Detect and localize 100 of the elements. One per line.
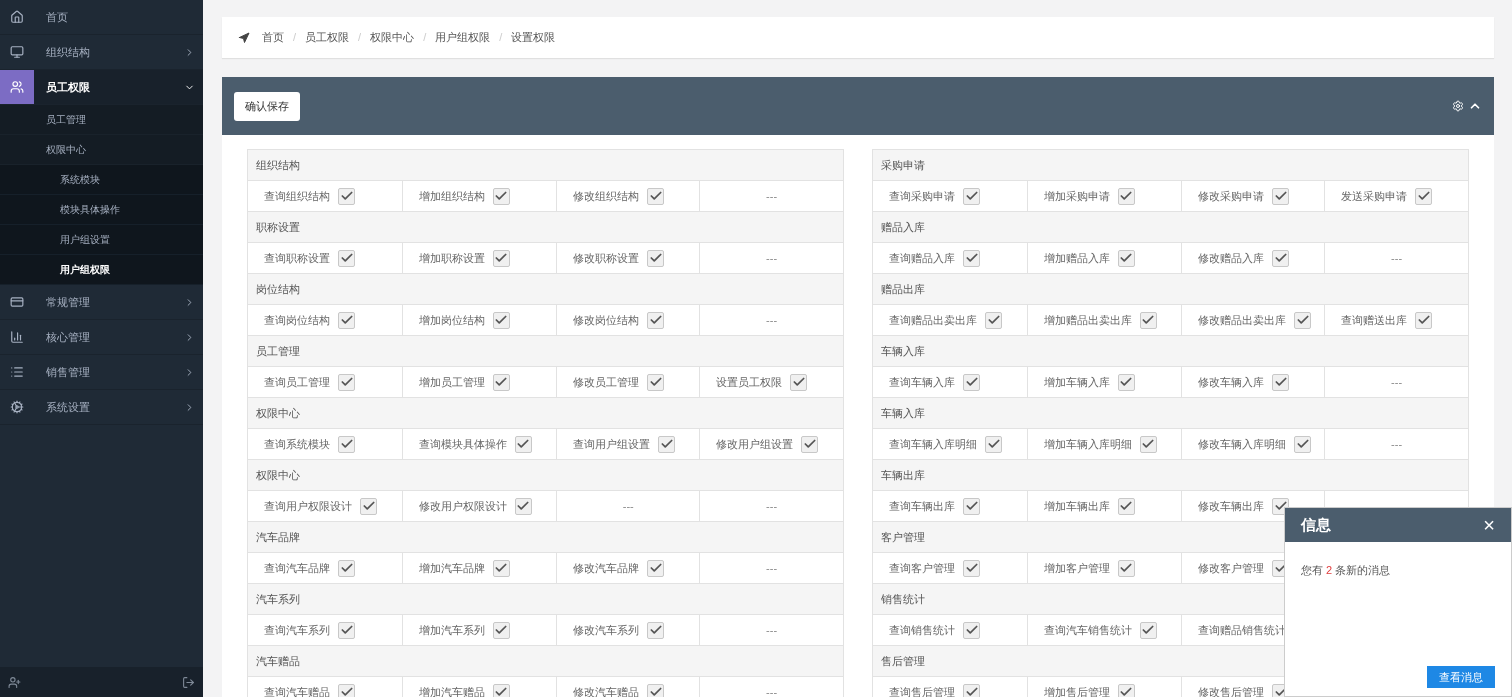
checkbox[interactable] <box>514 497 532 515</box>
permission-label: 查询车辆入库 <box>889 374 955 390</box>
nav-item[interactable]: 核心管理 <box>0 320 203 355</box>
checkbox[interactable] <box>1117 187 1135 205</box>
checkbox[interactable] <box>360 497 377 515</box>
checkbox[interactable] <box>963 683 980 697</box>
checkbox[interactable] <box>492 187 510 205</box>
navigation-arrow-icon <box>238 31 250 44</box>
checkbox[interactable] <box>1139 435 1157 453</box>
breadcrumb-link[interactable]: 设置权限 <box>511 29 556 46</box>
checkbox[interactable] <box>1139 311 1157 329</box>
checkbox[interactable] <box>338 311 355 329</box>
add-user-icon[interactable] <box>8 675 21 689</box>
checkbox[interactable] <box>492 373 510 391</box>
checkbox[interactable] <box>338 683 355 697</box>
checkbox[interactable] <box>647 559 665 577</box>
permission-label: 查询汽车销售统计 <box>1043 622 1132 638</box>
close-button[interactable]: × <box>1483 515 1495 535</box>
nav-item[interactable]: 系统设置 <box>0 390 203 425</box>
checkbox[interactable] <box>658 435 676 453</box>
checkbox[interactable] <box>985 311 1002 329</box>
checkbox[interactable] <box>338 187 355 205</box>
checkbox[interactable] <box>1117 497 1135 515</box>
checkbox[interactable] <box>985 435 1002 453</box>
nav-item[interactable]: 常规管理 <box>0 285 203 320</box>
checkbox[interactable] <box>790 373 808 391</box>
check-icon <box>339 189 354 203</box>
checkbox[interactable] <box>338 621 355 639</box>
permission-label: 修改赠品出卖出库 <box>1198 312 1287 328</box>
checkbox[interactable] <box>1117 559 1135 577</box>
submenu-item[interactable]: 用户组权限 <box>0 255 203 285</box>
checkbox[interactable] <box>1415 311 1433 329</box>
submenu-item[interactable]: 员工管理 <box>0 105 203 135</box>
submenu-item[interactable]: 系统模块 <box>0 165 203 195</box>
submenu-item[interactable]: 权限中心 <box>0 135 203 165</box>
empty-cell-text: --- <box>1390 374 1404 390</box>
checkbox[interactable] <box>801 435 819 453</box>
checkbox[interactable] <box>963 497 980 515</box>
checkbox[interactable] <box>492 621 510 639</box>
checkbox[interactable] <box>338 373 355 391</box>
submenu-item[interactable]: 用户组设置 <box>0 225 203 255</box>
checkbox[interactable] <box>1272 249 1290 267</box>
check-icon <box>648 251 663 265</box>
check-icon <box>648 623 663 637</box>
checkbox[interactable] <box>514 435 532 453</box>
checkbox[interactable] <box>492 683 510 697</box>
permission-label: 查询用户权限设计 <box>264 498 352 514</box>
checkbox[interactable] <box>963 249 980 267</box>
checkbox[interactable] <box>647 311 665 329</box>
checkbox[interactable] <box>647 373 665 391</box>
checkbox[interactable] <box>1117 249 1135 267</box>
group-header: 汽车系列 <box>248 584 843 615</box>
permission-label: 查询赠品出卖出库 <box>889 312 977 328</box>
checkbox[interactable] <box>1294 311 1312 329</box>
nav-label: 系统设置 <box>46 399 91 415</box>
checkbox[interactable] <box>647 621 665 639</box>
submenu-item[interactable]: 模块具体操作 <box>0 195 203 225</box>
nav-item[interactable]: 首页 <box>0 0 203 35</box>
checkbox[interactable] <box>1272 373 1290 391</box>
view-messages-button[interactable]: 查看消息 <box>1427 666 1495 688</box>
checkbox[interactable] <box>1415 187 1433 205</box>
nav-icon <box>10 400 24 414</box>
checkbox[interactable] <box>492 311 510 329</box>
checkbox[interactable] <box>1117 683 1135 697</box>
permission-label: 增加车辆出库 <box>1043 498 1110 514</box>
breadcrumb-link[interactable]: 首页 <box>262 29 284 46</box>
checkbox[interactable] <box>338 249 355 267</box>
breadcrumb-link[interactable]: 权限中心 <box>370 29 415 46</box>
checkbox[interactable] <box>1139 621 1157 639</box>
checkbox[interactable] <box>1294 435 1312 453</box>
checkbox[interactable] <box>963 187 980 205</box>
checkbox[interactable] <box>647 187 665 205</box>
checkbox[interactable] <box>338 435 355 453</box>
checkbox[interactable] <box>647 683 665 697</box>
check-icon <box>1119 499 1134 513</box>
breadcrumb-link[interactable]: 员工权限 <box>305 29 350 46</box>
save-button[interactable]: 确认保存 <box>234 91 300 121</box>
checkbox[interactable] <box>492 249 510 267</box>
checkbox[interactable] <box>963 559 980 577</box>
logout-icon[interactable] <box>182 675 195 689</box>
check-icon <box>1119 251 1134 265</box>
checkbox[interactable] <box>492 559 510 577</box>
permission-label: 增加员工管理 <box>418 374 485 390</box>
check-icon <box>1119 189 1134 203</box>
check-icon <box>986 437 1001 451</box>
check-icon <box>1141 623 1156 637</box>
check-icon <box>339 561 354 575</box>
breadcrumb-link[interactable]: 用户组权限 <box>435 29 491 46</box>
group-header: 员工管理 <box>248 336 843 367</box>
checkbox[interactable] <box>1272 187 1290 205</box>
checkbox[interactable] <box>1117 373 1135 391</box>
empty-cell-text: --- <box>765 312 779 328</box>
group-header: 赠品入库 <box>873 212 1468 243</box>
checkbox[interactable] <box>963 373 980 391</box>
nav-item[interactable]: 销售管理 <box>0 355 203 390</box>
checkbox[interactable] <box>647 249 665 267</box>
nav-item[interactable]: 员工权限 <box>0 70 203 105</box>
checkbox[interactable] <box>963 621 980 639</box>
checkbox[interactable] <box>338 559 355 577</box>
settings-icon[interactable] <box>1452 100 1464 112</box>
